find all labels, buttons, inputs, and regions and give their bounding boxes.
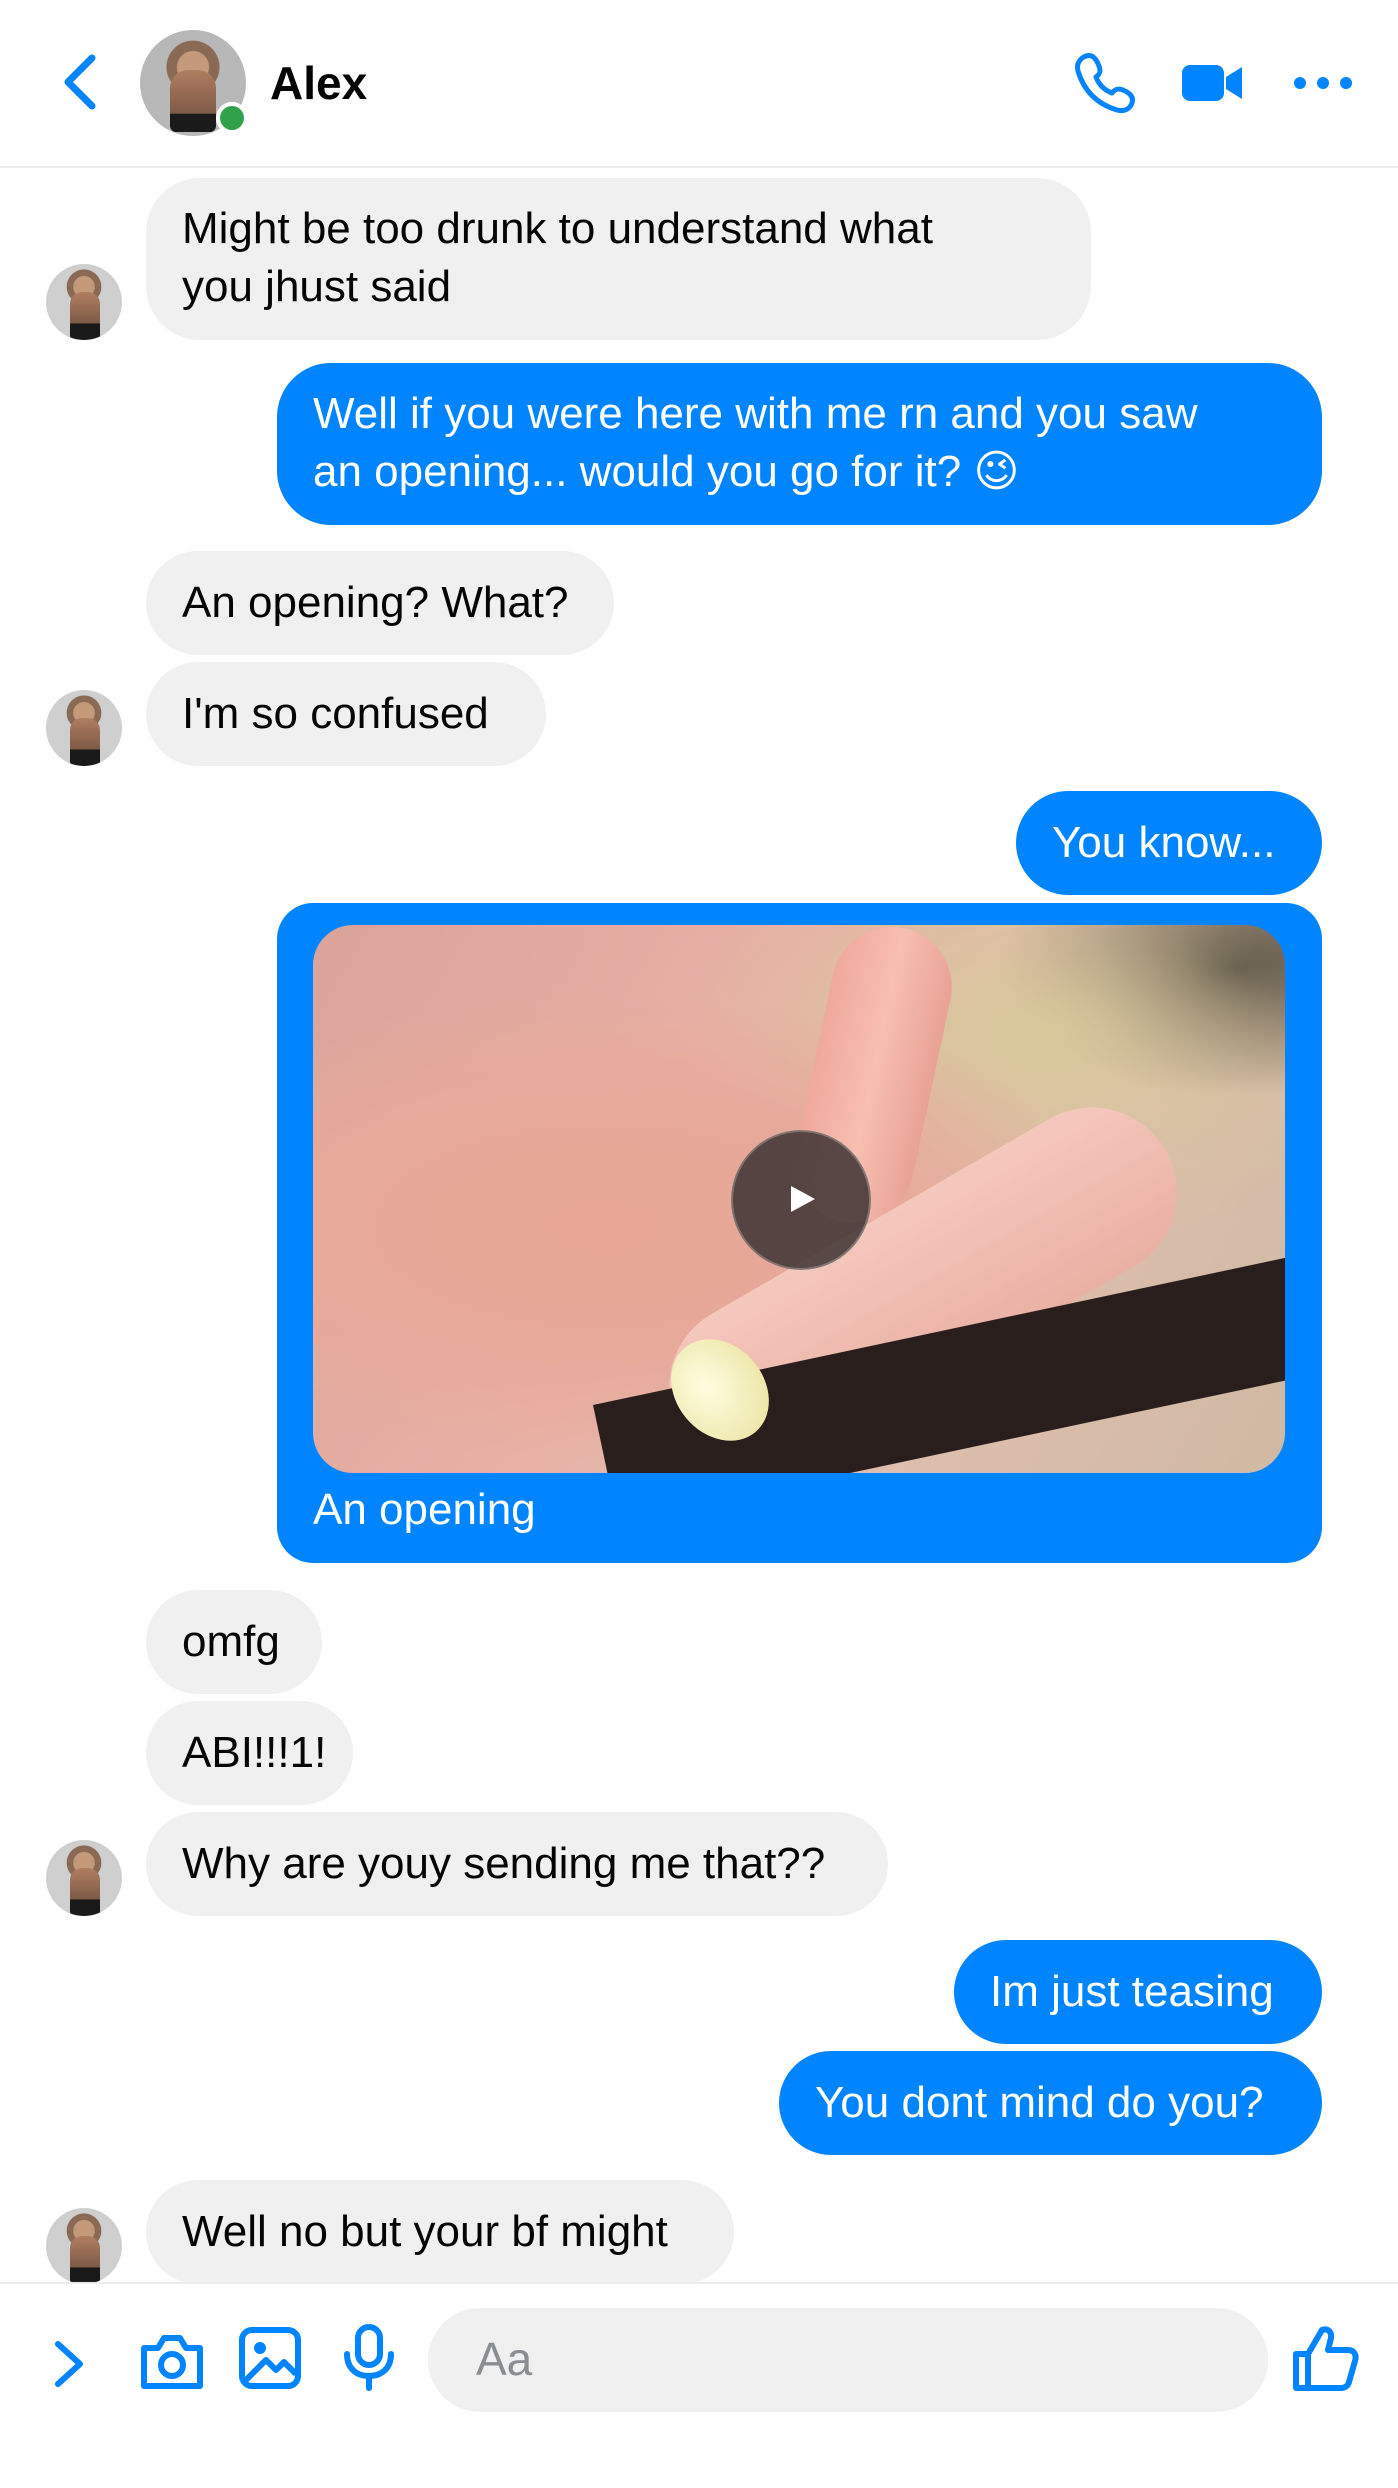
- message-bubble-outgoing[interactable]: You dont mind do you?: [779, 2051, 1322, 2155]
- microphone-icon[interactable]: [342, 2324, 396, 2397]
- message-bubble-incoming[interactable]: Why are youy sending me that??: [146, 1812, 888, 1916]
- contact-avatar-small[interactable]: [46, 690, 122, 766]
- message-input[interactable]: Aa: [428, 2308, 1268, 2412]
- message-bubble-incoming[interactable]: Well no but your bf might: [146, 2180, 734, 2284]
- thumbs-up-icon[interactable]: [1290, 2324, 1360, 2399]
- more-dots-icon[interactable]: [1290, 50, 1356, 116]
- video-thumbnail[interactable]: [313, 925, 1285, 1473]
- message-composer: Aa: [0, 2282, 1398, 2488]
- expand-chevron-icon[interactable]: [50, 2338, 90, 2395]
- avatar-figure: [170, 70, 216, 132]
- gallery-icon[interactable]: [238, 2326, 302, 2395]
- message-bubble-outgoing[interactable]: You know...: [1016, 791, 1322, 895]
- message-bubble-incoming[interactable]: Might be too drunk to understand what yo…: [146, 178, 1091, 340]
- chat-header: Alex: [0, 0, 1398, 168]
- message-text: omfg: [182, 1617, 280, 1666]
- message-bubble-incoming[interactable]: An opening? What?: [146, 551, 614, 655]
- video-caption: An opening: [313, 1485, 536, 1534]
- message-text: Im just teasing: [990, 1967, 1274, 2016]
- avatar-figure: [70, 718, 100, 766]
- video-message-bubble[interactable]: An opening: [277, 903, 1322, 1563]
- message-text-line: an opening... would you go for it? 😉: [313, 447, 1020, 496]
- contact-avatar[interactable]: [140, 30, 248, 136]
- contact-avatar-small[interactable]: [46, 2208, 122, 2284]
- avatar-figure: [70, 2236, 100, 2284]
- message-text: Why are youy sending me that??: [182, 1839, 826, 1888]
- message-text-line: you jhust said: [182, 262, 452, 311]
- message-text: I'm so confused: [182, 689, 489, 738]
- message-input-placeholder: Aa: [476, 2333, 533, 2385]
- contact-avatar-small[interactable]: [46, 1840, 122, 1916]
- video-camera-icon[interactable]: [1180, 50, 1246, 116]
- message-text: An opening? What?: [182, 578, 569, 627]
- camera-icon[interactable]: [138, 2330, 206, 2397]
- avatar-figure: [70, 292, 100, 340]
- message-bubble-outgoing[interactable]: Well if you were here with me rn and you…: [277, 363, 1322, 525]
- online-status-dot: [216, 102, 248, 134]
- message-text-line: Might be too drunk to understand what: [182, 204, 933, 253]
- message-text: You dont mind do you?: [815, 2078, 1264, 2127]
- phone-icon[interactable]: [1072, 50, 1138, 116]
- message-bubble-incoming[interactable]: ABI!!!1!: [146, 1701, 353, 1805]
- avatar-figure: [70, 1868, 100, 1916]
- message-bubble-incoming[interactable]: I'm so confused: [146, 662, 546, 766]
- play-icon[interactable]: [731, 1130, 871, 1270]
- message-text: ABI!!!1!: [182, 1728, 327, 1777]
- message-text: Well no but your bf might: [182, 2207, 668, 2256]
- back-chevron-icon[interactable]: [56, 52, 104, 112]
- message-text-line: Well if you were here with me rn and you…: [313, 389, 1198, 438]
- message-bubble-incoming[interactable]: omfg: [146, 1590, 322, 1694]
- contact-avatar-small[interactable]: [46, 264, 122, 340]
- contact-name[interactable]: Alex: [270, 56, 367, 110]
- message-text: You know...: [1052, 818, 1276, 867]
- message-bubble-outgoing[interactable]: Im just teasing: [954, 1940, 1322, 2044]
